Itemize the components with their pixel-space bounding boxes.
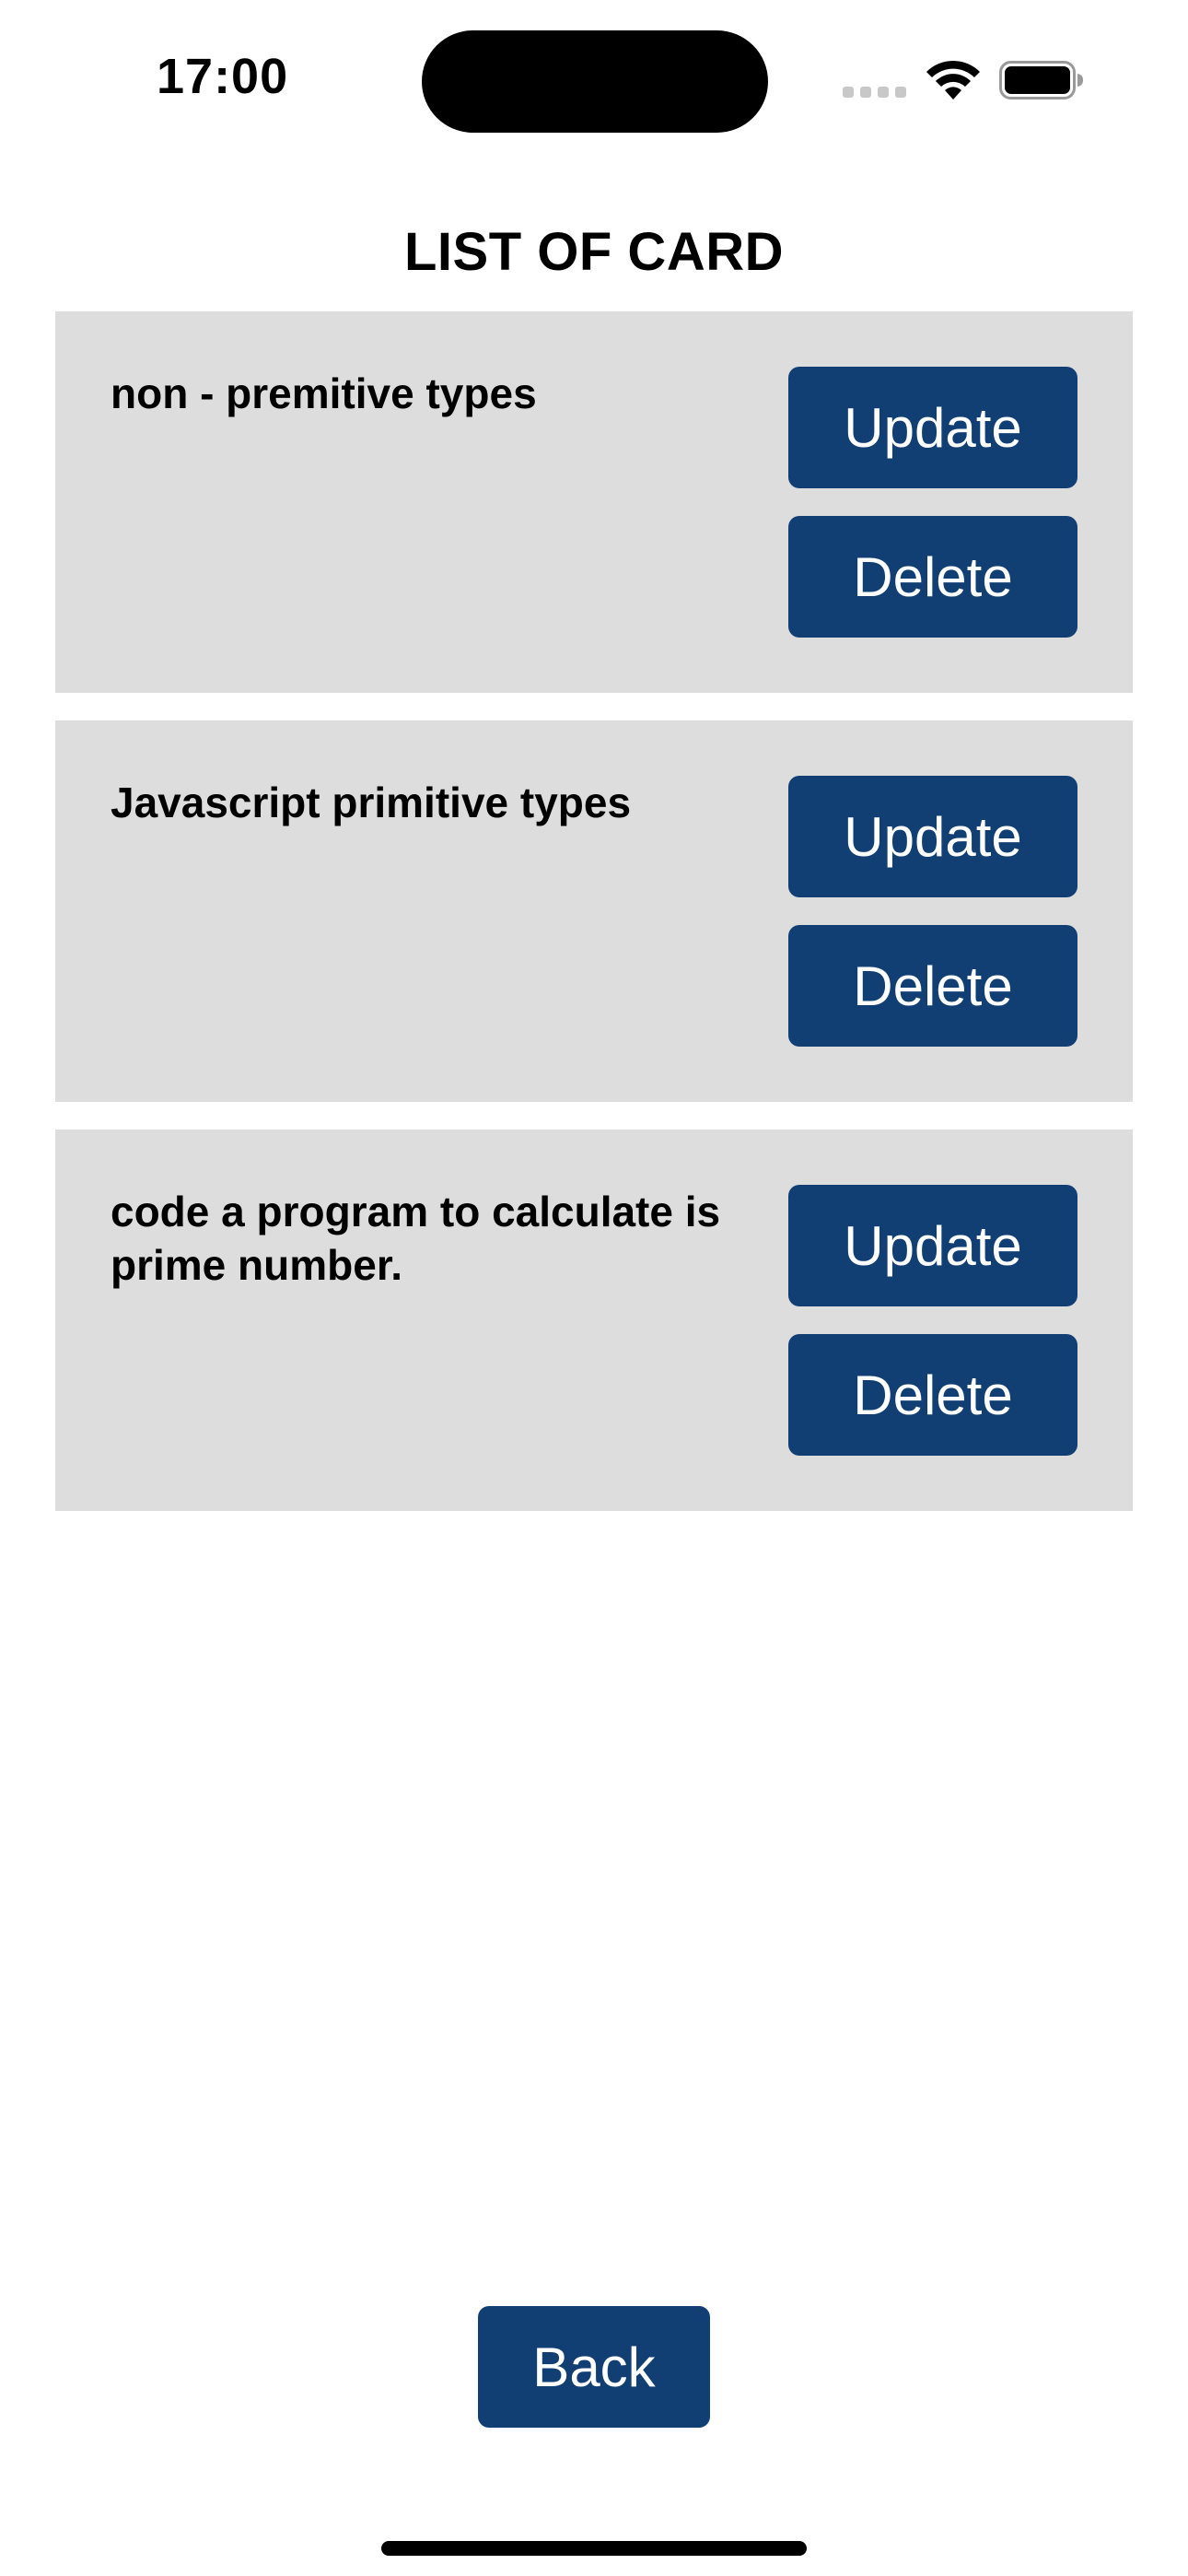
card-item: non - premitive types Update Delete [55,311,1133,693]
card-item: code a program to calculate is prime num… [55,1130,1133,1511]
update-button[interactable]: Update [788,1185,1077,1306]
update-button[interactable]: Update [788,776,1077,897]
delete-button[interactable]: Delete [788,925,1077,1047]
delete-button[interactable]: Delete [788,516,1077,638]
card-item: Javascript primitive types Update Delete [55,720,1133,1102]
signal-icon [843,85,906,98]
home-indicator [381,2541,807,2556]
page-title: LIST OF CARD [404,222,784,282]
dynamic-island [422,30,768,133]
update-button[interactable]: Update [788,367,1077,488]
delete-button[interactable]: Delete [788,1334,1077,1456]
wifi-icon [926,60,980,100]
card-title: code a program to calculate is prime num… [111,1188,721,1289]
status-time: 17:00 [157,49,289,104]
back-button[interactable]: Back [478,2306,710,2428]
card-title: non - premitive types [111,369,537,417]
battery-icon [999,61,1083,100]
card-title: Javascript primitive types [111,779,632,826]
